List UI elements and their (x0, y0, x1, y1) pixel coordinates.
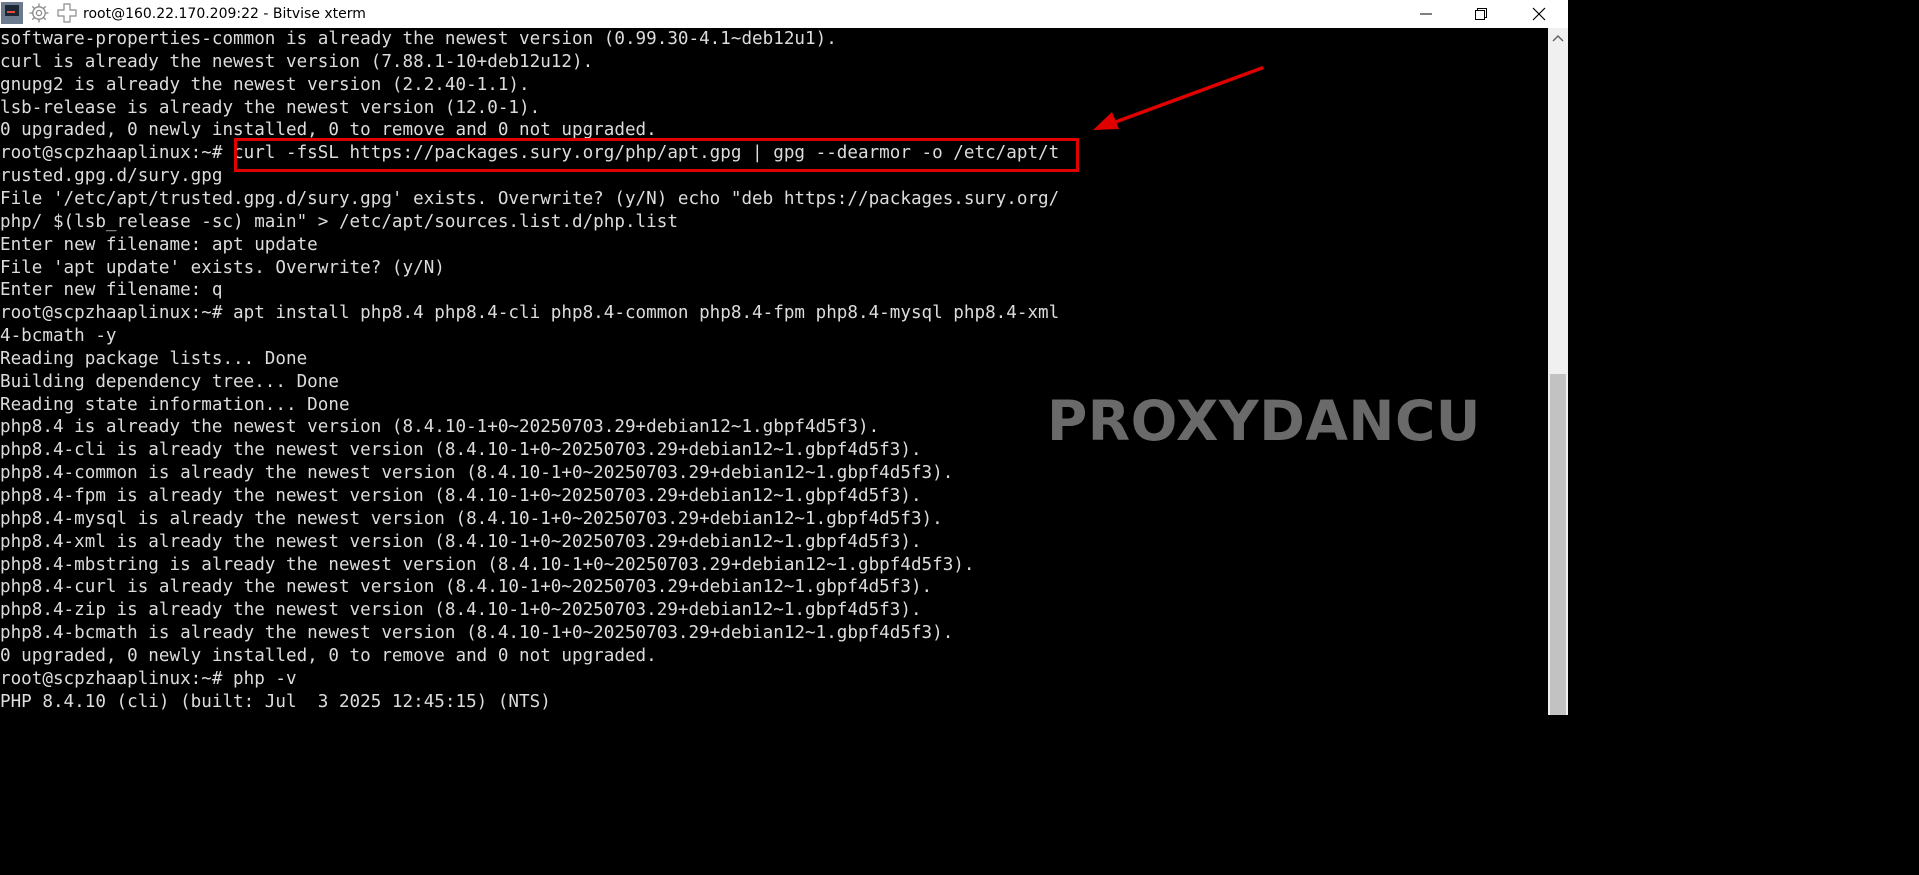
terminal-line: File 'apt update' exists. Overwrite? (y/… (0, 257, 445, 278)
terminal-line: php/ $(lsb_release -sc) main" > /etc/apt… (0, 211, 678, 232)
terminal-line: Building dependency tree... Done (0, 371, 339, 392)
gear-icon[interactable] (28, 2, 50, 24)
terminal-line: php8.4 is already the newest version (8.… (0, 417, 880, 438)
minimize-button[interactable] (1403, 0, 1449, 28)
terminal-line: software-properties-common is already th… (0, 29, 837, 49)
app-icon[interactable] (1, 2, 23, 24)
vertical-scrollbar[interactable] (1548, 28, 1568, 715)
terminal-line: php8.4-cli is already the newest version… (0, 440, 922, 461)
terminal-line: Reading package lists... Done (0, 348, 308, 369)
chevron-up-icon (1552, 35, 1564, 42)
terminal-output[interactable]: software-properties-common is already th… (0, 28, 1548, 715)
scroll-up-button[interactable] (1548, 28, 1568, 50)
annotation-arrow (1093, 66, 1264, 130)
terminal-line: PHP 8.4.10 (cli) (built: Jul 3 2025 12:4… (0, 691, 551, 712)
terminal-line: root@scpzhaaplinux:~# apt install php8.4… (0, 303, 1060, 324)
terminal-line: Reading state information... Done (0, 394, 350, 415)
close-button[interactable] (1516, 0, 1562, 28)
terminal-line: root@scpzhaaplinux:~# php -v (0, 668, 297, 689)
terminal-line: php8.4-bcmath is already the newest vers… (0, 623, 954, 644)
terminal-line: 0 upgraded, 0 newly installed, 0 to remo… (0, 645, 657, 666)
terminal-line: php8.4-fpm is already the newest version… (0, 486, 922, 506)
terminal-line: php8.4-zip is already the newest version… (0, 600, 922, 621)
terminal-line: php8.4-curl is already the newest versio… (0, 577, 933, 598)
watermark: PROXYDANCU (1047, 389, 1481, 453)
window-titlebar: root@160.22.170.209:22 - Bitvise xterm (0, 0, 1568, 28)
terminal-line: rusted.gpg.d/sury.gpg (0, 166, 223, 187)
scroll-thumb[interactable] (1550, 374, 1566, 715)
terminal-line: php8.4-common is already the newest vers… (0, 463, 954, 484)
terminal-line: File '/etc/apt/trusted.gpg.d/sury.gpg' e… (0, 188, 1060, 209)
highlight-box (234, 138, 1079, 172)
terminal-line: gnupg2 is already the newest version (2.… (0, 74, 530, 95)
plus-icon[interactable] (56, 2, 78, 24)
minimize-icon (1420, 13, 1432, 15)
close-icon (1532, 7, 1546, 21)
terminal-line: php8.4-mbstring is already the newest ve… (0, 554, 975, 575)
terminal-line: curl is already the newest version (7.88… (0, 51, 594, 72)
terminal-line: php8.4-xml is already the newest version… (0, 531, 922, 552)
terminal-line: lsb-release is already the newest versio… (0, 97, 541, 118)
terminal-line: Enter new filename: q (0, 280, 223, 301)
maximize-button[interactable] (1458, 0, 1504, 28)
window-title: root@160.22.170.209:22 - Bitvise xterm (83, 6, 366, 22)
terminal-line: php8.4-mysql is already the newest versi… (0, 508, 943, 529)
terminal-line: 4-bcmath -y (0, 326, 117, 347)
terminal-line: Enter new filename: apt update (0, 234, 318, 255)
maximize-icon (1475, 8, 1487, 20)
